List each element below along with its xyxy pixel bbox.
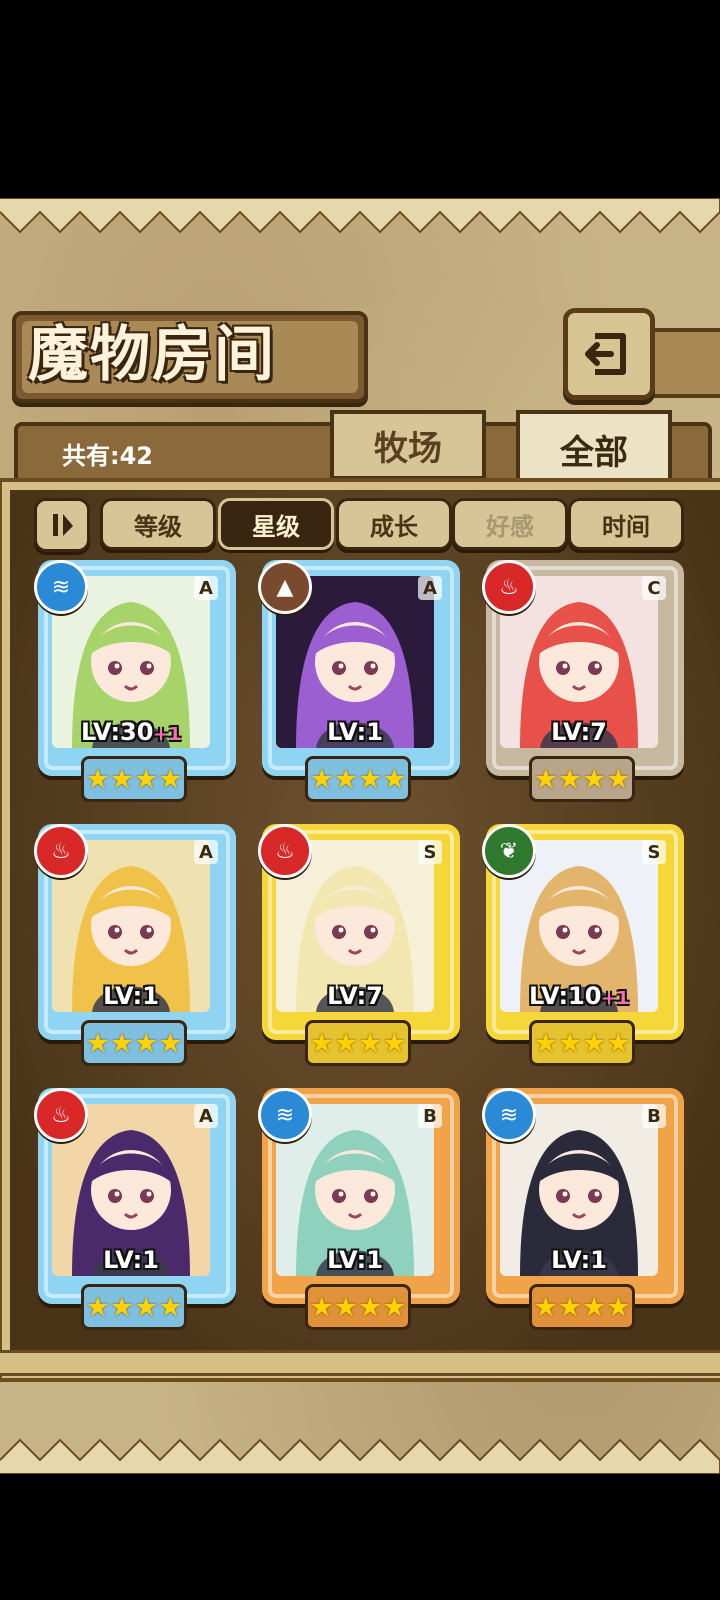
sort-time-button[interactable]: 时间	[568, 498, 684, 550]
monster-card[interactable]: C ♨ LV:7 ★★★★	[482, 560, 684, 802]
rank-badge: A	[194, 576, 218, 600]
level-label: LV:1	[34, 1246, 228, 1274]
sort-growth-label: 成长	[370, 512, 418, 541]
star-rating: ★★★★	[81, 1284, 187, 1330]
level-value: LV:10	[528, 982, 602, 1010]
earth-element-icon: ▲	[258, 560, 312, 614]
star-rating: ★★★★	[81, 756, 187, 802]
star-rating: ★★★★	[529, 1020, 635, 1066]
tab-all-label: 全部	[560, 432, 628, 473]
panel-bottom-band	[0, 1350, 720, 1376]
monster-card[interactable]: S ♨ LV:7 ★★★★	[258, 824, 460, 1066]
sort-order-toggle[interactable]	[34, 498, 90, 552]
page-title: 魔物房间	[28, 320, 276, 390]
rank-badge: B	[642, 1104, 666, 1128]
sort-affection-button[interactable]: 好感	[452, 498, 568, 550]
level-bonus: +1	[153, 724, 182, 745]
star-rating: ★★★★	[81, 1020, 187, 1066]
water-element-icon: ≋	[34, 560, 88, 614]
rank-badge: A	[194, 840, 218, 864]
monster-card[interactable]: A ♨ LV:1 ★★★★	[34, 824, 236, 1066]
water-element-icon: ≋	[258, 1088, 312, 1142]
monster-card[interactable]: S ❦ LV:10+1 ★★★★	[482, 824, 684, 1066]
level-value: LV:7	[327, 982, 383, 1010]
level-value: LV:1	[551, 1246, 607, 1274]
level-value: LV:1	[327, 1246, 383, 1274]
top-border-decoration	[0, 198, 720, 234]
tab-pasture[interactable]: 牧场	[330, 410, 486, 480]
level-label: LV:30+1	[34, 718, 228, 746]
sort-time-label: 时间	[602, 512, 650, 541]
rank-badge: B	[418, 1104, 442, 1128]
star-rating: ★★★★	[305, 1284, 411, 1330]
monster-card[interactable]: A ♨ LV:1 ★★★★	[34, 1088, 236, 1330]
sort-star-label: 星级	[252, 512, 300, 541]
rank-badge: S	[418, 840, 442, 864]
back-arrow-icon	[585, 333, 626, 375]
level-label: LV:7	[482, 718, 676, 746]
monster-card[interactable]: B ≋ LV:1 ★★★★	[482, 1088, 684, 1330]
fire-element-icon: ♨	[482, 560, 536, 614]
wind-element-icon: ❦	[482, 824, 536, 878]
monster-card[interactable]: A ≋ LV:30+1 ★★★★	[34, 560, 236, 802]
level-label: LV:1	[482, 1246, 676, 1274]
star-rating: ★★★★	[305, 1020, 411, 1066]
star-rating: ★★★★	[529, 1284, 635, 1330]
monster-count: 共有:42	[62, 442, 153, 470]
back-button[interactable]	[563, 308, 655, 400]
monster-card[interactable]: A ▲ LV:1 ★★★★	[258, 560, 460, 802]
bottom-border-decoration	[0, 1438, 720, 1474]
level-value: LV:1	[103, 982, 159, 1010]
level-label: LV:10+1	[482, 982, 676, 1010]
star-rating: ★★★★	[529, 756, 635, 802]
level-bonus: +1	[601, 988, 630, 1009]
monster-card[interactable]: B ≋ LV:1 ★★★★	[258, 1088, 460, 1330]
sort-star-button[interactable]: 星级	[218, 498, 334, 550]
sort-affection-label: 好感	[486, 512, 534, 541]
level-label: LV:1	[258, 718, 452, 746]
fire-element-icon: ♨	[258, 824, 312, 878]
level-label: LV:1	[258, 1246, 452, 1274]
sort-level-button[interactable]: 等级	[100, 498, 216, 550]
fire-element-icon: ♨	[34, 824, 88, 878]
rank-badge: C	[642, 576, 666, 600]
water-element-icon: ≋	[482, 1088, 536, 1142]
level-value: LV:30	[80, 718, 154, 746]
fire-element-icon: ♨	[34, 1088, 88, 1142]
level-value: LV:7	[551, 718, 607, 746]
level-label: LV:1	[34, 982, 228, 1010]
sort-growth-button[interactable]: 成长	[336, 498, 452, 550]
sort-level-label: 等级	[134, 512, 182, 541]
tab-all[interactable]: 全部	[516, 410, 672, 488]
star-rating: ★★★★	[305, 756, 411, 802]
level-label: LV:7	[258, 982, 452, 1010]
order-toggle-icon	[53, 514, 73, 536]
level-value: LV:1	[103, 1246, 159, 1274]
tab-pasture-label: 牧场	[374, 428, 442, 469]
rank-badge: A	[418, 576, 442, 600]
rank-badge: S	[642, 840, 666, 864]
level-value: LV:1	[327, 718, 383, 746]
rank-badge: A	[194, 1104, 218, 1128]
